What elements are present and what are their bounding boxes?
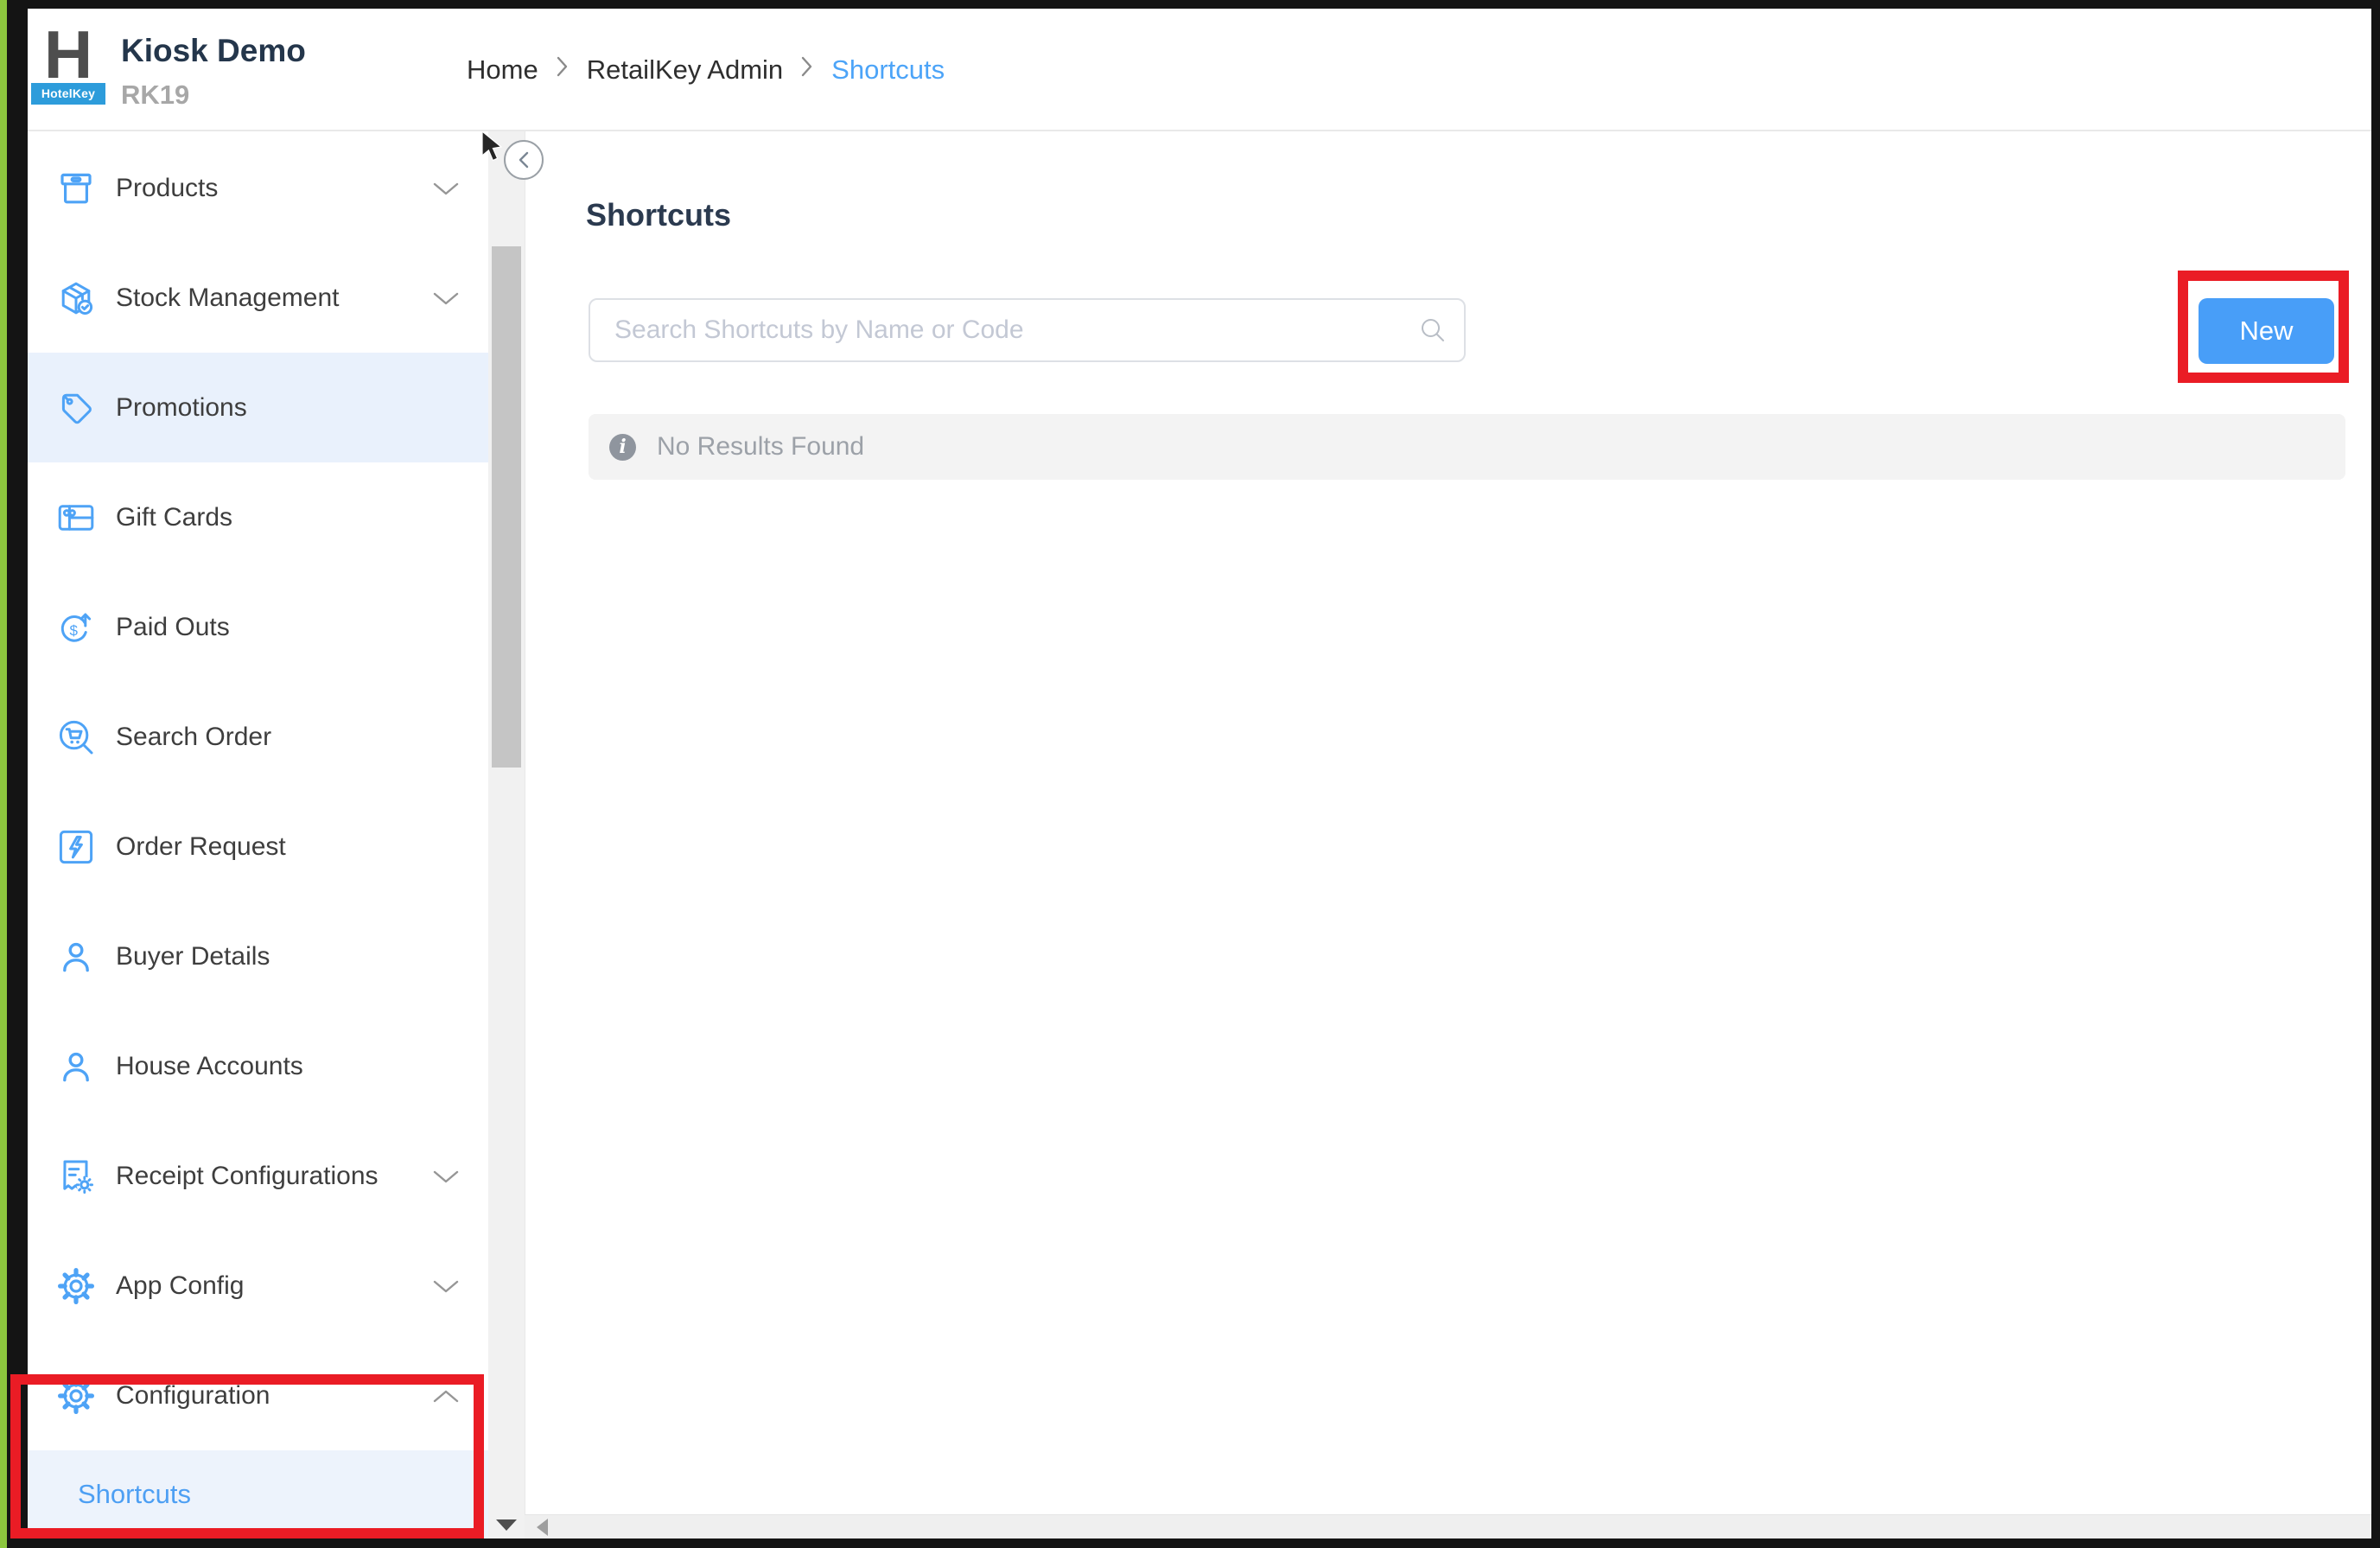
breadcrumb-shortcuts[interactable]: Shortcuts [831,54,945,86]
order-request-icon [55,826,97,868]
no-results-banner: i No Results Found [589,414,2345,480]
stock-package-icon [55,277,97,319]
chevron-right-icon [556,54,570,86]
left-edge-strip [0,0,7,1548]
sidebar-item-gift-cards[interactable]: Gift Cards [28,462,488,572]
info-icon: i [609,434,636,461]
screenshot-frame: H HotelKey Kiosk Demo RK19 Home RetailKe… [0,0,2380,1548]
sidebar-item-stock-management[interactable]: Stock Management [28,243,488,353]
chevron-right-icon [800,54,814,86]
breadcrumb: Home RetailKey Admin Shortcuts [467,9,945,131]
main-content: Shortcuts New i No Results Found [525,131,2371,1514]
chevron-down-icon [432,182,461,197]
chevron-down-icon [432,1279,461,1295]
scroll-left-arrow-icon[interactable] [537,1519,548,1536]
sidebar-item-app-config[interactable]: App Config [28,1231,488,1341]
sidebar-item-label: Receipt Configurations [116,1162,379,1191]
sidebar-item-label: Order Request [116,832,286,862]
paid-outs-icon: $ [55,607,97,648]
person-icon [55,1046,97,1087]
chevron-down-icon [432,291,461,307]
page-title: Shortcuts [586,197,731,233]
search-input[interactable] [589,298,1466,362]
annotation-box-configuration [10,1374,484,1538]
sidebar-scrollbar-track[interactable] [488,131,525,1538]
no-results-text: No Results Found [657,432,864,462]
sidebar-item-promotions[interactable]: Promotions [28,353,488,462]
breadcrumb-home[interactable]: Home [467,54,538,86]
sidebar-item-label: Promotions [116,393,247,423]
gift-card-icon [55,497,97,538]
sidebar-item-paid-outs[interactable]: $ Paid Outs [28,572,488,682]
top-header: H HotelKey Kiosk Demo RK19 Home RetailKe… [28,9,2371,131]
horizontal-scrollbar-track[interactable] [525,1514,2371,1538]
chevron-left-icon [517,150,531,170]
promotions-tag-icon [55,387,97,429]
sidebar-item-order-request[interactable]: Order Request [28,792,488,901]
gear-icon [55,1265,97,1307]
sidebar-item-label: Paid Outs [116,613,230,642]
sidebar-item-house-accounts[interactable]: House Accounts [28,1011,488,1121]
sidebar-item-search-order[interactable]: Search Order [28,682,488,792]
sidebar-item-label: Products [116,174,218,203]
chevron-down-icon [432,1169,461,1185]
search-order-icon [55,717,97,758]
sidebar-item-receipt-configurations[interactable]: Receipt Configurations [28,1121,488,1231]
property-title: Kiosk Demo [121,33,306,69]
sidebar-item-label: House Accounts [116,1052,303,1081]
products-box-icon [55,168,97,209]
annotation-box-new-button [2178,271,2349,383]
mouse-cursor [480,131,510,164]
sidebar-item-label: Stock Management [116,283,339,313]
property-code: RK19 [121,80,189,111]
person-icon [55,936,97,978]
sidebar-item-buyer-details[interactable]: Buyer Details [28,901,488,1011]
sidebar-item-label: Gift Cards [116,503,232,532]
sidebar-nav: Products Stock Management [28,133,488,1538]
sidebar-item-label: Buyer Details [116,942,270,971]
retailkey-admin-app: H HotelKey Kiosk Demo RK19 Home RetailKe… [28,9,2371,1538]
svg-text:$: $ [69,621,78,638]
sidebar-item-products[interactable]: Products [28,133,488,243]
scroll-down-arrow-icon[interactable] [496,1519,517,1531]
sidebar-item-label: App Config [116,1271,244,1301]
search-icon [1419,316,1447,344]
breadcrumb-retailkey-admin[interactable]: RetailKey Admin [587,54,783,86]
hotelkey-logo-label: HotelKey [31,83,105,105]
hotelkey-logo: H [40,21,97,88]
search-field-wrap [589,298,1466,362]
receipt-gear-icon [55,1156,97,1197]
sidebar-scrollbar-thumb[interactable] [492,246,521,768]
sidebar-item-label: Search Order [116,723,271,752]
